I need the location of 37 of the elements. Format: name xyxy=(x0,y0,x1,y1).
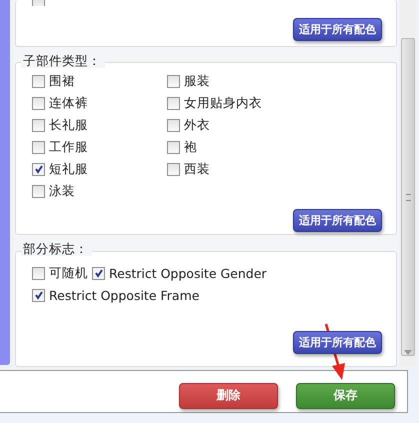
checkbox-option[interactable]: 西装 xyxy=(167,158,337,180)
checkbox-option[interactable]: 可随机 xyxy=(32,262,88,284)
checkbox[interactable] xyxy=(32,140,45,154)
checkbox[interactable] xyxy=(32,96,45,110)
checkbox-option[interactable]: 长礼服 xyxy=(32,114,167,136)
checkbox[interactable] xyxy=(167,162,180,176)
checkbox[interactable] xyxy=(32,288,45,302)
delete-button[interactable]: 删除 xyxy=(179,382,278,408)
checkbox[interactable] xyxy=(32,266,45,280)
apply-to-all-button[interactable]: 适用于所有配色 xyxy=(293,331,382,354)
checkbox[interactable] xyxy=(32,162,45,176)
checkbox-option[interactable]: 女用贴身内衣 xyxy=(167,92,337,114)
checkbox-option[interactable]: 泳装 xyxy=(32,180,167,202)
checkbox[interactable] xyxy=(167,96,180,110)
checkbox[interactable] xyxy=(167,74,180,88)
scroll-down-icon[interactable] xyxy=(404,350,412,355)
checkbox-option[interactable]: 工作服 xyxy=(32,136,167,158)
checkbox-option[interactable]: 短礼服 xyxy=(32,158,167,180)
apply-to-all-button[interactable]: 适用于所有配色 xyxy=(293,209,382,232)
checkbox-option[interactable]: Restrict Opposite Frame xyxy=(32,284,200,306)
checkbox[interactable] xyxy=(92,266,105,280)
section-legend: 子部件类型： xyxy=(21,54,105,68)
checkbox-option[interactable]: 连体裤 xyxy=(32,92,167,114)
checkbox[interactable] xyxy=(32,118,45,132)
checkbox[interactable] xyxy=(167,118,180,132)
checkbox[interactable] xyxy=(32,184,45,198)
scrollbar-thumb[interactable] xyxy=(401,38,415,356)
apply-to-all-button[interactable]: 适用于所有配色 xyxy=(293,18,382,41)
checkbox[interactable] xyxy=(167,140,180,154)
section-legend: 部分标志： xyxy=(21,242,92,256)
checkbox[interactable] xyxy=(32,74,45,88)
checkbox-option[interactable]: 外衣 xyxy=(167,114,337,136)
checkbox-option[interactable]: 袍 xyxy=(167,136,337,158)
checkbox-option[interactable]: Restrict Opposite Gender xyxy=(92,262,267,284)
scrollbar[interactable] xyxy=(400,0,416,367)
checkbox-option[interactable]: 服装 xyxy=(167,70,337,92)
checkbox-option[interactable]: 围裙 xyxy=(32,70,167,92)
